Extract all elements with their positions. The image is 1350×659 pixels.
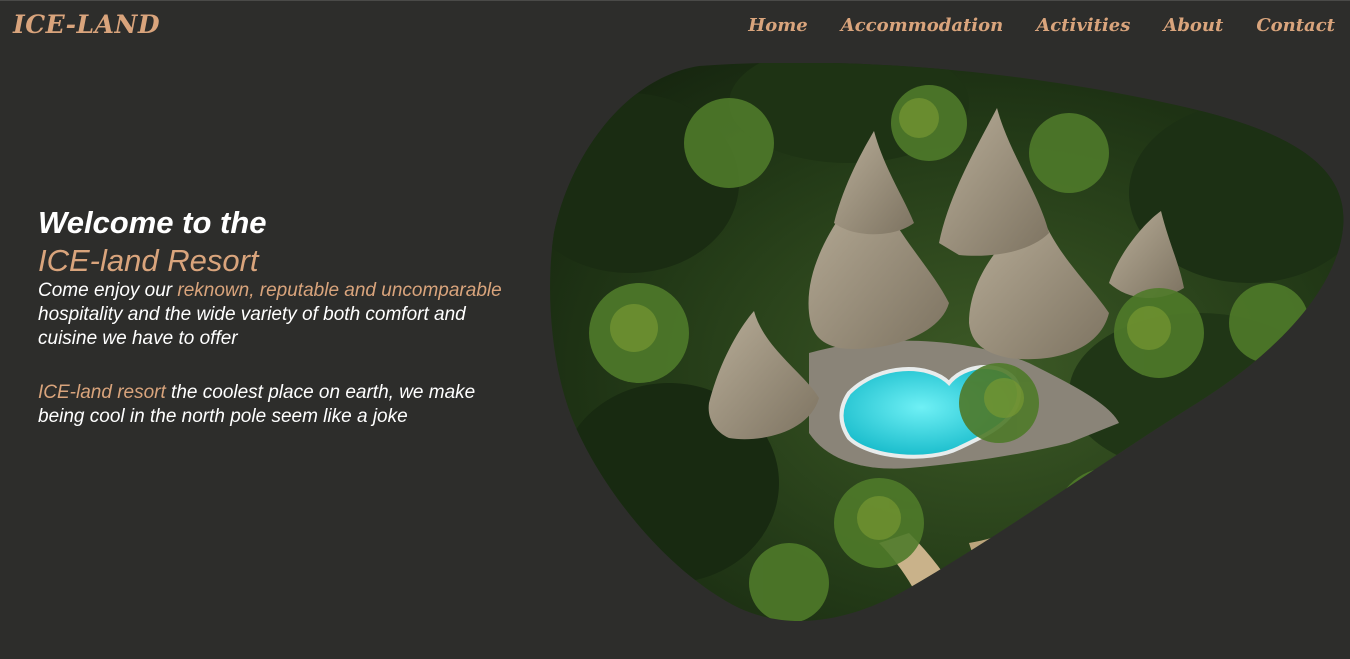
- para1-text: Come enjoy our: [38, 280, 178, 301]
- hero-paragraph-1: Come enjoy our reknown, reputable and un…: [38, 279, 508, 351]
- nav-contact[interactable]: Contact: [1256, 15, 1335, 36]
- hero-brand: ICE-land Resort: [38, 243, 259, 278]
- para2-accent: ICE-land resort: [38, 382, 166, 403]
- nav-home[interactable]: Home: [748, 15, 808, 36]
- nav-activities[interactable]: Activities: [1036, 15, 1130, 36]
- para1-text-end: hospitality and the wide variety of both…: [38, 304, 466, 349]
- resort-aerial-image: [550, 63, 1344, 622]
- hero-paragraph-2: ICE-land resort the coolest place on ear…: [38, 381, 508, 429]
- top-border: [0, 0, 1350, 1]
- nav-accommodation[interactable]: Accommodation: [841, 15, 1003, 36]
- para1-accent: reknown, reputable and uncomparable: [177, 280, 502, 301]
- main-nav: Home Accommodation Activities About Cont…: [748, 15, 1335, 36]
- nav-about[interactable]: About: [1163, 15, 1223, 36]
- site-logo[interactable]: ICE-LAND: [13, 10, 160, 39]
- hero-title: Welcome to the: [38, 205, 267, 240]
- hero-text: Welcome to the ICE-land Resort Come enjo…: [38, 203, 508, 429]
